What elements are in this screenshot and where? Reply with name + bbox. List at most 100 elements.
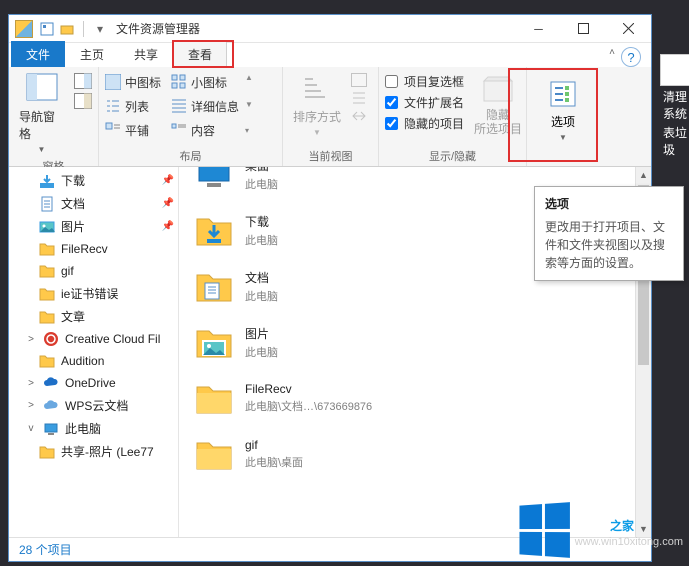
close-button[interactable]	[606, 15, 651, 43]
qat-properties-icon[interactable]	[39, 21, 55, 37]
ribbon-group-currentview-label: 当前视图	[289, 146, 372, 166]
tab-share[interactable]: 共享	[119, 41, 173, 67]
watermark: Win10之家 www.win10xitong.com	[517, 504, 683, 556]
nav-item[interactable]: v此电脑	[9, 417, 178, 440]
options-button[interactable]: 选项 ▼	[536, 71, 590, 149]
tooltip-body: 更改用于打开项目、文件和文件夹视图以及搜索等方面的设置。	[545, 218, 673, 272]
desktop-shortcut[interactable]: 清理系统 表垃圾	[663, 54, 689, 158]
file-name: 图片	[245, 325, 278, 342]
doc-big-icon	[193, 265, 235, 307]
tab-home[interactable]: 主页	[65, 41, 119, 67]
group-by-icon	[351, 73, 367, 87]
pictures-icon	[39, 219, 55, 235]
preview-pane-icon[interactable]	[74, 73, 92, 89]
nav-item-label: OneDrive	[65, 376, 116, 390]
folder-icon	[39, 263, 55, 279]
folder-icon	[39, 444, 55, 460]
pc-icon	[43, 421, 59, 437]
nav-item[interactable]: ie证书错误	[9, 282, 178, 305]
expand-icon[interactable]: >	[25, 378, 37, 389]
downloads-icon	[39, 173, 55, 189]
nav-item[interactable]: 文档📌	[9, 192, 178, 215]
file-name: 文档	[245, 269, 278, 286]
qat-dropdown-icon[interactable]: ▾	[92, 21, 108, 37]
expand-icon[interactable]: >	[25, 400, 37, 411]
layout-list[interactable]: 列表	[105, 98, 161, 115]
details-pane-icon[interactable]	[74, 93, 92, 109]
nav-item[interactable]: gif	[9, 260, 178, 282]
ribbon: 导航窗格 ▼ 窗格 中图标 小图标 列表 详细信息 平铺 内容	[9, 67, 651, 167]
pin-icon: 📌	[162, 198, 174, 209]
hide-icon	[482, 73, 514, 105]
scroll-up-button[interactable]: ▲	[636, 167, 651, 183]
layout-content[interactable]: 内容	[171, 122, 239, 139]
maximize-button[interactable]	[561, 15, 606, 43]
layout-expand-icon[interactable]: ▾	[245, 126, 253, 135]
layout-scroll-down-icon[interactable]: ▼	[245, 100, 253, 109]
nav-item[interactable]: 文章	[9, 305, 178, 328]
ribbon-group-layout-label: 布局	[105, 146, 276, 166]
checkbox-item-checkboxes[interactable]: 项目复选框	[385, 73, 464, 90]
layout-small-icons[interactable]: 小图标	[171, 74, 239, 91]
app-icon	[15, 20, 33, 38]
hide-label: 隐藏 所选项目	[474, 108, 522, 137]
ribbon-group-options-label	[533, 150, 593, 166]
nav-item[interactable]: >Creative Cloud Fil	[9, 328, 178, 350]
dropdown-arrow-icon: ▼	[38, 145, 46, 154]
expand-icon[interactable]: v	[25, 423, 37, 434]
desktop-shortcut-line1: 清理系统	[663, 88, 689, 122]
expand-icon[interactable]: >	[25, 334, 37, 345]
nav-item[interactable]: 图片📌	[9, 215, 178, 238]
ribbon-group-currentview: 排序方式 ▼ 当前视图	[283, 67, 379, 166]
nav-item-label: Audition	[61, 354, 104, 368]
folder-icon	[39, 309, 55, 325]
nav-pane-button[interactable]: 导航窗格 ▼	[15, 71, 68, 156]
nav-item-label: FileRecv	[61, 242, 108, 256]
help-button[interactable]: ?	[621, 47, 641, 67]
dropdown-arrow-icon: ▼	[559, 133, 567, 142]
watermark-url: www.win10xitong.com	[575, 536, 683, 548]
windows-logo-icon	[519, 502, 569, 558]
nav-item-label: gif	[61, 264, 74, 278]
minimize-button[interactable]: ─	[516, 15, 561, 43]
folder-icon	[39, 241, 55, 257]
folder-icon	[39, 286, 55, 302]
desktop-shortcut-line2: 表垃圾	[663, 124, 689, 158]
nav-item[interactable]: > WPS云文档	[9, 394, 178, 417]
nav-pane-icon	[26, 73, 58, 105]
onedrive-icon	[43, 375, 59, 391]
nav-pane-label: 导航窗格	[19, 108, 64, 142]
add-columns-icon	[351, 91, 367, 105]
qat-newfolder-icon[interactable]	[59, 21, 75, 37]
tab-view[interactable]: 查看	[173, 41, 227, 67]
layout-tiles[interactable]: 平铺	[105, 122, 161, 139]
nav-item[interactable]: Audition	[9, 350, 178, 372]
desktop-icon	[193, 167, 235, 195]
nav-item-label: WPS云文档	[65, 397, 128, 414]
tab-file[interactable]: 文件	[11, 41, 65, 67]
file-location: 此电脑	[245, 344, 278, 360]
nav-item[interactable]: FileRecv	[9, 238, 178, 260]
layout-scroll-up-icon[interactable]: ▲	[245, 73, 253, 82]
nav-item[interactable]: 共享-照片 (Lee77	[9, 440, 178, 463]
nav-item[interactable]: 下载📌	[9, 169, 178, 192]
ribbon-group-options: 选项 ▼	[527, 67, 599, 166]
titlebar: ▾ 文件资源管理器 ─	[9, 15, 651, 43]
cleanup-icon	[660, 54, 689, 86]
nav-item[interactable]: > OneDrive	[9, 372, 178, 394]
sort-icon	[301, 73, 333, 105]
file-location: 此电脑\桌面	[245, 454, 303, 470]
layout-details[interactable]: 详细信息	[171, 98, 239, 115]
checkbox-hidden-items[interactable]: 隐藏的项目	[385, 115, 464, 132]
file-location: 此电脑	[245, 176, 278, 192]
doc-icon	[39, 196, 55, 212]
file-item[interactable]: 图片此电脑	[193, 321, 651, 363]
layout-medium-icons[interactable]: 中图标	[105, 74, 161, 91]
checkbox-file-extensions[interactable]: 文件扩展名	[385, 94, 464, 111]
file-item[interactable]: FileRecv此电脑\文档…\673669876	[193, 377, 651, 419]
file-item[interactable]: gif此电脑\桌面	[193, 433, 651, 475]
folder-big-icon	[193, 433, 235, 475]
folder-icon	[39, 353, 55, 369]
navigation-pane[interactable]: 下载📌文档📌图片📌 FileRecv gif ie证书错误文章>Creative Cl…	[9, 167, 179, 537]
ribbon-collapse-icon[interactable]: ˄	[609, 47, 615, 58]
